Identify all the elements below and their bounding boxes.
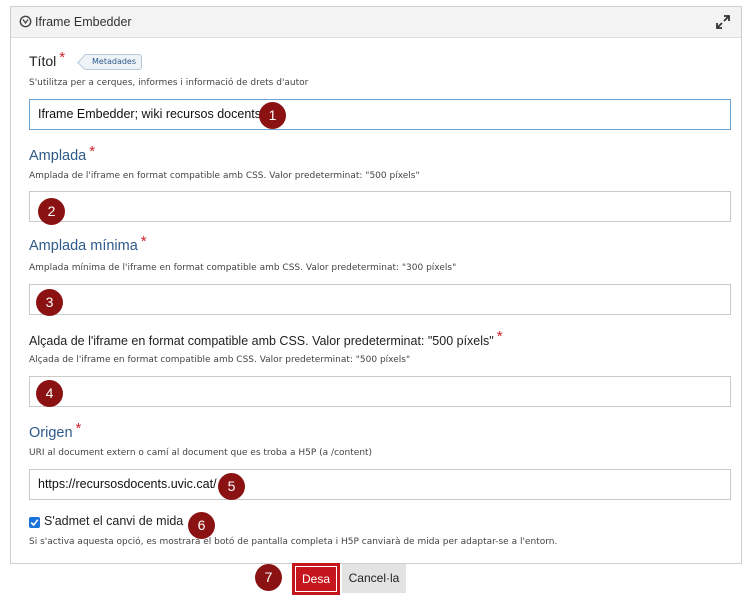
annotation-badge-2: 2 xyxy=(38,198,65,225)
iframe-embedder-editor: Iframe Embedder Títol * Metadades S'utili… xyxy=(10,6,742,564)
annotation-badge-5: 5 xyxy=(218,473,245,500)
title-description: S'utilitza per a cerques, informes i inf… xyxy=(29,78,309,88)
source-label: Origen * xyxy=(29,420,81,441)
width-description: Amplada de l'iframe en format compatible… xyxy=(29,171,420,181)
resize-description: Si s'activa aquesta opció, es mostrarà e… xyxy=(29,537,558,547)
required-mark: * xyxy=(89,143,96,160)
required-mark: * xyxy=(59,49,66,66)
width-label-text: Amplada xyxy=(29,148,87,164)
metadata-button[interactable]: Metadades xyxy=(83,54,143,70)
min-width-description: Amplada mínima de l'iframe en format com… xyxy=(29,263,457,273)
annotation-badge-4: 4 xyxy=(36,380,63,407)
source-description: URI al document extern o camí al documen… xyxy=(29,448,373,458)
title-label: Títol * xyxy=(29,49,65,70)
height-description: Alçada de l'iframe en format compatible … xyxy=(29,355,411,365)
height-label: Alçada de l'iframe en format compatible … xyxy=(29,328,503,349)
resize-checkbox[interactable] xyxy=(29,517,40,528)
annotation-badge-7: 7 xyxy=(255,564,282,591)
panel-title: Iframe Embedder xyxy=(35,15,132,29)
min-width-label-text: Amplada mínima xyxy=(29,238,138,254)
source-input[interactable]: https://recursosdocents.uvic.cat/ xyxy=(29,469,731,500)
annotation-badge-6: 6 xyxy=(188,512,215,539)
required-mark: * xyxy=(140,233,147,250)
source-label-text: Origen xyxy=(29,425,73,441)
height-label-text: Alçada de l'iframe en format compatible … xyxy=(29,334,494,348)
width-input[interactable] xyxy=(29,191,731,222)
min-width-input[interactable] xyxy=(29,284,731,315)
h5p-icon xyxy=(19,15,32,28)
cancel-button[interactable]: Cancel·la xyxy=(342,564,406,593)
annotation-badge-3: 3 xyxy=(36,289,63,316)
resize-label: S'admet el canvi de mida xyxy=(44,514,184,528)
height-input[interactable] xyxy=(29,376,731,407)
required-mark: * xyxy=(75,420,82,437)
panel-header: Iframe Embedder xyxy=(11,7,741,38)
width-label: Amplada * xyxy=(29,143,95,164)
expand-icon[interactable] xyxy=(715,14,731,30)
min-width-label: Amplada mínima * xyxy=(29,233,147,254)
required-mark: * xyxy=(496,328,503,345)
title-label-text: Títol xyxy=(29,53,57,69)
checkmark-icon xyxy=(30,519,39,527)
save-button[interactable]: Desa xyxy=(292,563,340,595)
title-input[interactable]: Iframe Embedder; wiki recursos docents xyxy=(29,99,731,130)
annotation-badge-1: 1 xyxy=(259,102,286,129)
